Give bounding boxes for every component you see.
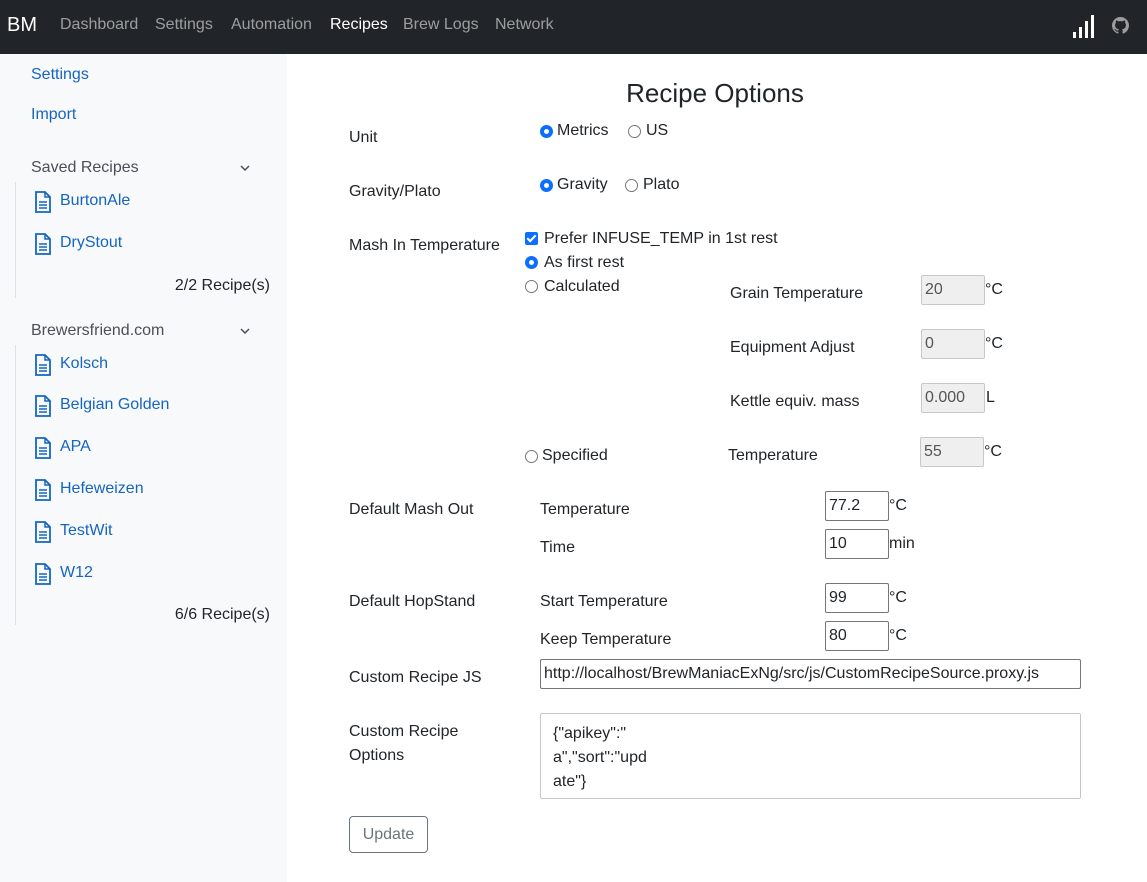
unit-us-label: US [646, 122, 669, 139]
specified-temp-unit: °C [984, 443, 1002, 460]
saved-recipes-header[interactable]: Saved Recipes [31, 159, 261, 177]
nav-network[interactable]: Network [495, 16, 554, 34]
prefer-infuse-label: Prefer INFUSE_TEMP in 1st rest [544, 230, 778, 247]
sidebar-import-link[interactable]: Import [31, 106, 76, 124]
page-title: Recipe Options [626, 78, 804, 108]
mash-in-label: Mash In Temperature [349, 237, 500, 254]
grain-temp-label: Grain Temperature [730, 285, 864, 302]
custom-options-label-line1: Custom Recipe [349, 723, 459, 740]
plato-radio[interactable] [625, 179, 638, 192]
group-divider [15, 345, 16, 625]
gravity-label: Gravity/Plato [349, 183, 441, 200]
mash-out-time-unit: min [889, 535, 915, 552]
recipe-label: Kolsch [60, 355, 109, 372]
update-button[interactable]: Update [349, 816, 428, 853]
gravity-radio[interactable] [540, 179, 553, 192]
unit-metrics-radio[interactable] [540, 125, 553, 138]
wifi-signal-icon [1073, 15, 1094, 38]
plato-option-label: Plato [643, 176, 680, 193]
nav-recipes[interactable]: Recipes [330, 16, 388, 34]
unit-metrics-label: Metrics [557, 122, 609, 139]
calculated-label: Calculated [544, 278, 620, 295]
document-icon [35, 354, 51, 376]
kettle-mass-input[interactable] [921, 383, 985, 413]
recipe-label: W12 [60, 564, 93, 581]
custom-js-input[interactable] [540, 659, 1081, 689]
nav-settings[interactable]: Settings [155, 16, 213, 34]
hopstand-start-unit: °C [889, 589, 907, 606]
saved-recipes-title: Saved Recipes [31, 159, 139, 176]
calculated-radio[interactable] [525, 280, 538, 293]
top-navbar: BM Dashboard Settings Automation Recipes… [0, 0, 1147, 54]
mash-out-temp-unit: °C [889, 497, 907, 514]
recipe-label: Hefeweizen [60, 480, 144, 497]
saved-recipes-count: 2/2 Recipe(s) [174, 277, 270, 294]
document-icon [35, 395, 51, 417]
brewersfriend-count: 6/6 Recipe(s) [174, 606, 270, 623]
recipe-label: Belgian Golden [60, 396, 170, 413]
brand-logo[interactable]: BM [7, 14, 37, 37]
hopstand-label: Default HopStand [349, 593, 476, 610]
github-icon[interactable] [1112, 17, 1129, 34]
hopstand-start-input[interactable] [825, 583, 889, 613]
recipe-label: DryStout [60, 234, 123, 251]
recipe-label: APA [60, 438, 91, 455]
specified-temp-input[interactable] [920, 437, 984, 467]
nav-automation[interactable]: Automation [231, 16, 312, 34]
kettle-mass-label: Kettle equiv. mass [730, 393, 860, 410]
hopstand-keep-input[interactable] [825, 621, 889, 651]
gravity-option-label: Gravity [557, 176, 608, 193]
hopstand-start-label: Start Temperature [540, 593, 668, 610]
specified-label: Specified [542, 447, 608, 464]
unit-label: Unit [349, 129, 378, 146]
chevron-down-icon [240, 328, 250, 335]
equipment-adjust-unit: °C [985, 335, 1003, 352]
redacted-area [635, 720, 965, 744]
recipe-label: BurtonAle [60, 192, 131, 209]
grain-temp-unit: °C [985, 281, 1003, 298]
nav-dashboard[interactable]: Dashboard [60, 16, 138, 34]
document-icon [35, 191, 51, 213]
chevron-down-icon [240, 165, 250, 172]
unit-us-radio[interactable] [628, 125, 641, 138]
mash-out-time-label: Time [540, 539, 575, 556]
as-first-rest-radio[interactable] [525, 256, 538, 269]
recipe-label: TestWit [60, 522, 113, 539]
document-icon [35, 437, 51, 459]
custom-options-label-line2: Options [349, 747, 405, 764]
brewersfriend-header[interactable]: Brewersfriend.com [31, 322, 261, 340]
hopstand-keep-label: Keep Temperature [540, 631, 672, 648]
mash-out-label: Default Mash Out [349, 501, 474, 518]
mash-out-temp-label: Temperature [540, 501, 630, 518]
mash-out-time-input[interactable] [825, 529, 889, 559]
document-icon [35, 521, 51, 543]
sidebar-settings-link[interactable]: Settings [31, 66, 89, 84]
document-icon [35, 233, 51, 255]
equipment-adjust-input[interactable] [921, 329, 985, 359]
kettle-mass-unit: L [986, 389, 995, 406]
hopstand-keep-unit: °C [889, 627, 907, 644]
prefer-infuse-checkbox[interactable] [525, 232, 538, 245]
grain-temp-input[interactable] [921, 275, 985, 305]
nav-brew-logs[interactable]: Brew Logs [403, 16, 479, 34]
sidebar: Settings Import Saved Recipes BurtonAle … [0, 54, 287, 882]
as-first-rest-label: As first rest [544, 254, 625, 271]
document-icon [35, 479, 51, 501]
document-icon [35, 563, 51, 585]
equipment-adjust-label: Equipment Adjust [730, 339, 855, 356]
custom-js-label: Custom Recipe JS [349, 669, 482, 686]
specified-temp-label: Temperature [728, 447, 818, 464]
group-divider [15, 182, 16, 298]
brewersfriend-title: Brewersfriend.com [31, 322, 165, 339]
mash-out-temp-input[interactable] [825, 491, 889, 521]
specified-radio[interactable] [525, 450, 538, 463]
